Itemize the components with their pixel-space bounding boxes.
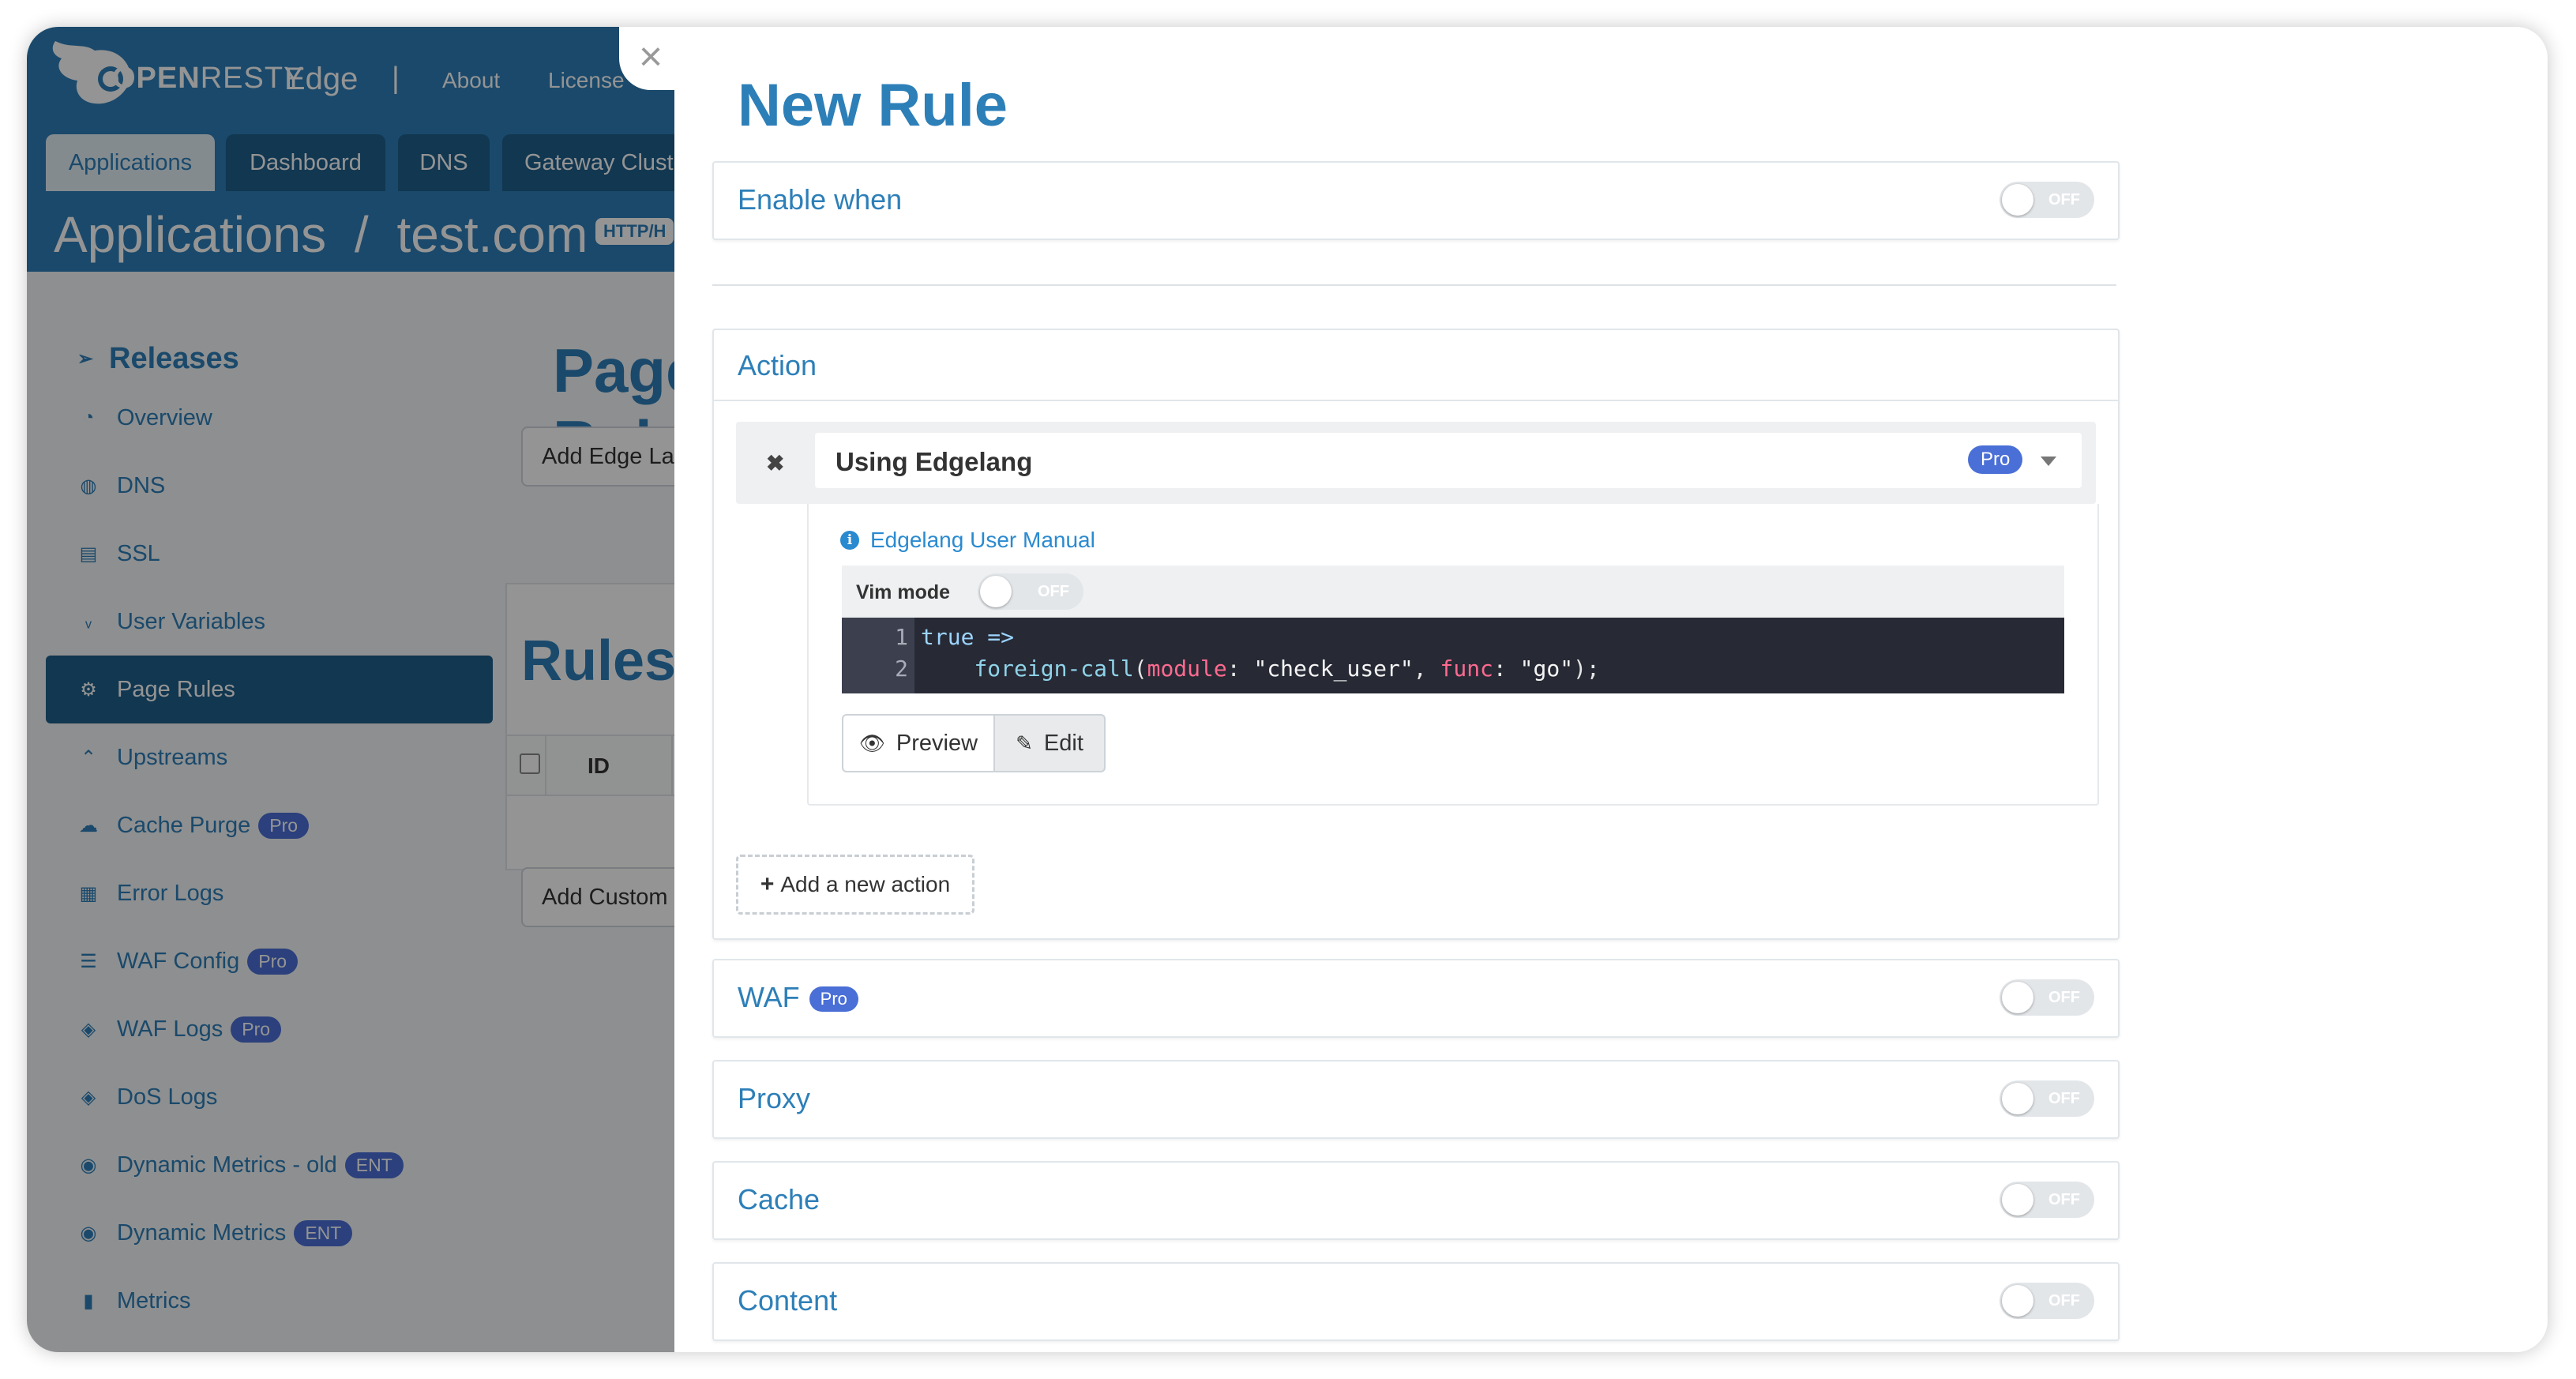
proxy-label: Proxy — [738, 1082, 811, 1114]
plus-icon: + — [760, 871, 775, 897]
proxy-toggle[interactable]: OFF — [2000, 1080, 2094, 1117]
code-token: => — [974, 624, 1015, 650]
line-number: 1 — [895, 624, 908, 650]
code-token: foreign-call — [974, 656, 1134, 682]
toggle-knob — [2002, 1083, 2033, 1114]
preview-label: Preview — [896, 730, 978, 756]
code-token: "go" — [1519, 656, 1574, 682]
code-line-1: true => — [921, 624, 1014, 650]
content-toggle[interactable]: OFF — [2000, 1283, 2094, 1319]
info-icon: i — [840, 531, 859, 550]
preview-button[interactable]: 👁 Preview — [842, 714, 995, 772]
cache-label: Cache — [738, 1183, 820, 1216]
toggle-state: OFF — [2048, 1292, 2080, 1309]
vim-mode-label: Vim mode — [856, 581, 951, 603]
code-token: true — [921, 624, 974, 650]
code-token: module — [1147, 656, 1227, 682]
enable-when-label: Enable when — [738, 183, 903, 216]
action-body: i Edgelang User Manual Vim mode OFF 1 2 … — [807, 504, 2099, 806]
toggle-knob — [2002, 184, 2033, 216]
proxy-card: Proxy OFF — [712, 1060, 2120, 1139]
waf-card: WAF Pro OFF — [712, 959, 2120, 1038]
action-header-divider — [714, 400, 2118, 401]
action-card: Action ✖ Using Edgelang Pro i Edgelang U… — [712, 329, 2120, 940]
edgelang-manual-link[interactable]: i Edgelang User Manual — [840, 528, 1095, 553]
modal-backdrop[interactable] — [27, 27, 674, 1352]
toggle-state: OFF — [2048, 1090, 2080, 1107]
code-line-2: foreign-call(module: "check_user", func:… — [921, 656, 1600, 682]
edit-button[interactable]: ✎ Edit — [993, 714, 1106, 772]
action-label: Action — [738, 349, 817, 381]
section-divider — [712, 284, 2116, 286]
waf-title: WAF — [738, 981, 800, 1013]
editor-toolbar: Vim mode OFF — [842, 566, 2064, 618]
toggle-knob — [980, 576, 1012, 607]
edit-label: Edit — [1043, 730, 1083, 756]
toggle-knob — [2002, 1285, 2033, 1317]
code-token: : — [1493, 656, 1520, 682]
code-editor[interactable]: 1 2 true => foreign-call(module: "check_… — [842, 618, 2064, 693]
enable-when-card: Enable when OFF — [712, 161, 2120, 240]
eye-icon: 👁 — [858, 731, 885, 755]
enable-when-toggle[interactable]: OFF — [2000, 182, 2094, 218]
toggle-state: OFF — [2048, 989, 2080, 1006]
pro-badge: Pro — [809, 986, 858, 1013]
action-type-select[interactable]: Using Edgelang Pro — [815, 433, 2082, 488]
code-token: "check_user" — [1253, 656, 1414, 682]
add-new-action-button[interactable]: + Add a new action — [736, 855, 974, 915]
code-token: func — [1440, 656, 1493, 682]
action-row: ✖ Using Edgelang Pro — [736, 422, 2096, 504]
toggle-knob — [2002, 982, 2033, 1013]
code-token: , — [1413, 656, 1440, 682]
drawer-title: New Rule — [738, 72, 1008, 139]
add-action-label: Add a new action — [780, 872, 951, 896]
toggle-knob — [2002, 1184, 2033, 1216]
toggle-state: OFF — [2048, 1191, 2080, 1208]
remove-action-icon[interactable]: ✖ — [766, 450, 784, 476]
manual-link-label: Edgelang User Manual — [870, 528, 1095, 552]
new-rule-drawer: New Rule Enable when OFF Action ✖ Using … — [674, 27, 2548, 1352]
chevron-down-icon — [2041, 457, 2056, 466]
toggle-state: OFF — [1038, 583, 1069, 600]
action-type-label: Using Edgelang — [836, 447, 1033, 476]
vim-mode-toggle[interactable]: OFF — [978, 573, 1083, 610]
line-number: 2 — [895, 656, 908, 682]
edit-icon: ✎ — [1016, 731, 1033, 755]
window-frame: OPENRESTY Edge | About License Applicati… — [27, 27, 2548, 1352]
code-token: ); — [1573, 656, 1600, 682]
waf-toggle[interactable]: OFF — [2000, 979, 2094, 1016]
code-token: : — [1226, 656, 1254, 682]
content-label: Content — [738, 1284, 838, 1317]
pro-badge: Pro — [1968, 445, 2023, 474]
cache-card: Cache OFF — [712, 1161, 2120, 1240]
waf-label: WAF Pro — [738, 981, 858, 1014]
code-token: ( — [1133, 656, 1147, 682]
close-drawer-button[interactable]: × — [619, 27, 682, 90]
cache-toggle[interactable]: OFF — [2000, 1182, 2094, 1218]
toggle-state: OFF — [2048, 191, 2080, 209]
content-card: Content OFF — [712, 1262, 2120, 1341]
